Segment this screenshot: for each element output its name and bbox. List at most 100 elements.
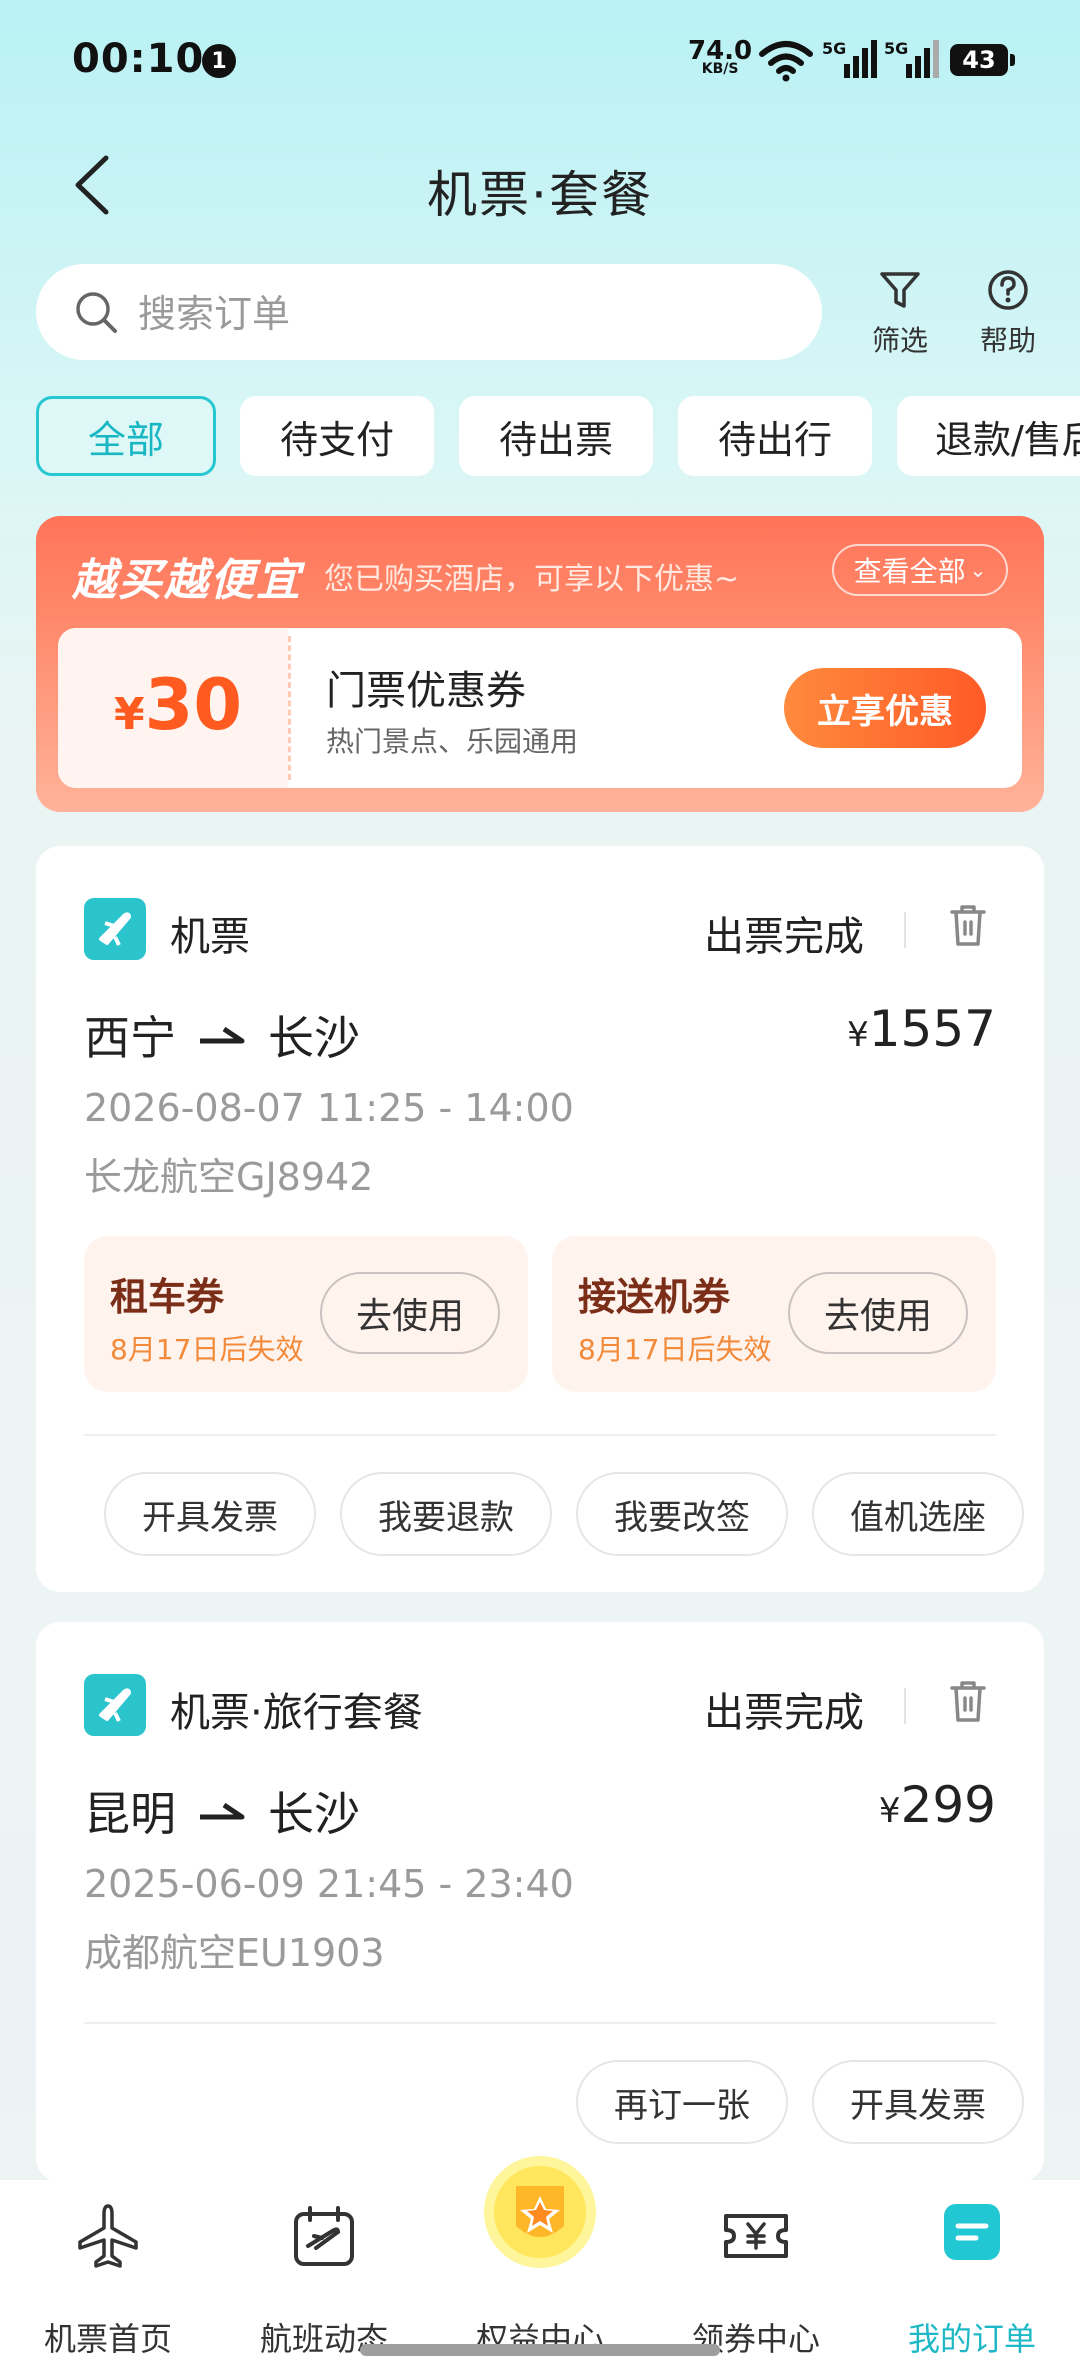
invoice-button[interactable]: 开具发票 (104, 1472, 316, 1556)
status-bar: 00:10 1 74.0 KB/S 5G 5G 43 (0, 0, 1080, 120)
route-arrow-icon (200, 1026, 245, 1044)
signal-label-2: 5G (884, 39, 908, 58)
nav-label: 机票首页 (43, 2320, 172, 2358)
flight-route: 昆明 长沙 (84, 1778, 360, 1844)
use-voucher-button[interactable]: 去使用 (788, 1272, 968, 1354)
nav-coupon-center[interactable]: 领券中心 (648, 2180, 864, 2360)
orders-icon (944, 2204, 1000, 2260)
price-value: 299 (900, 1776, 996, 1834)
signal-label: 5G (822, 39, 846, 58)
notification-badge: 1 (202, 44, 236, 78)
flight-number: 长龙航空GJ8942 (84, 1155, 374, 1199)
help-button[interactable]: 帮助 (958, 268, 1058, 359)
order-price: ¥1557 (847, 1000, 996, 1058)
change-ticket-button[interactable]: 我要改签 (576, 1472, 788, 1556)
nav-my-orders[interactable]: 我的订单 (864, 2180, 1080, 2360)
tab-pending-travel[interactable]: 待出行 (678, 396, 872, 476)
route-arrow-icon (200, 1802, 245, 1820)
car-rental-voucher: 租车券 8月17日后失效 去使用 (84, 1236, 528, 1392)
tab-pending-ticket[interactable]: 待出票 (459, 396, 653, 476)
coupon-desc: 热门景点、乐园通用 (326, 725, 579, 758)
signal-icon: 5G (822, 39, 877, 78)
battery-icon: 43 (950, 44, 1015, 76)
coupon-divider (288, 636, 291, 780)
divider (904, 912, 906, 948)
view-all-label: 查看全部 (853, 555, 966, 588)
network-speed: 74.0 KB/S (688, 38, 752, 76)
nav-label: 我的订单 (907, 2320, 1036, 2358)
airport-transfer-voucher: 接送机券 8月17日后失效 去使用 (552, 1236, 996, 1392)
trash-icon[interactable] (946, 902, 990, 950)
claim-coupon-button[interactable]: 立享优惠 (784, 668, 986, 748)
chevron-down-icon: ⌄ (969, 558, 987, 582)
price-value: 1557 (868, 1000, 996, 1058)
page-title: 机票·套餐 (427, 166, 653, 224)
coupon-amount-area: ¥30 (58, 628, 288, 788)
route-to: 长沙 (268, 1011, 360, 1065)
flight-datetime: 2026-08-07 11:25 - 14:00 (84, 1086, 574, 1130)
flight-number: 成都航空EU1903 (84, 1931, 385, 1975)
flight-route: 西宁 长沙 (84, 1002, 360, 1068)
search-icon (76, 292, 117, 333)
route-from: 昆明 (84, 1787, 176, 1841)
help-label: 帮助 (979, 324, 1036, 357)
promo-title: 越买越便宜 (72, 555, 302, 606)
search-bar[interactable] (36, 264, 822, 360)
divider (84, 1434, 996, 1436)
route-to: 长沙 (268, 1787, 360, 1841)
help-icon (988, 270, 1028, 310)
plane-icon (84, 898, 146, 960)
plane-icon (78, 2204, 138, 2268)
order-status: 出票完成 (704, 914, 864, 960)
star-badge-icon (484, 2156, 596, 2268)
price-currency: ¥ (878, 1791, 901, 1831)
coupon-icon (724, 2214, 788, 2258)
invoice-button[interactable]: 开具发票 (812, 2060, 1024, 2144)
filter-icon (880, 272, 920, 308)
voucher-name: 接送机券 (578, 1275, 731, 1319)
status-time: 00:10 (72, 36, 205, 82)
divider (904, 1688, 906, 1724)
signal-icon-2: 5G (884, 39, 939, 78)
refund-button[interactable]: 我要退款 (340, 1472, 552, 1556)
voucher-name: 租车券 (110, 1275, 225, 1319)
rebook-button[interactable]: 再订一张 (576, 2060, 788, 2144)
order-price: ¥299 (879, 1776, 996, 1834)
coupon-name: 门票优惠券 (326, 668, 526, 714)
check-in-seat-button[interactable]: 值机选座 (812, 1472, 1024, 1556)
tab-all[interactable]: 全部 (36, 396, 216, 476)
search-input[interactable] (136, 288, 780, 340)
promo-banner: 越买越便宜 您已购买酒店，可享以下优惠~ 查看全部 ⌄ ¥30 门票优惠券 热门… (36, 516, 1044, 812)
coupon-currency: ¥ (114, 689, 145, 740)
plane-icon (84, 1674, 146, 1736)
tab-refund[interactable]: 退款/售后 (897, 396, 1080, 476)
trash-icon[interactable] (946, 1678, 990, 1726)
voucher-expiry: 8月17日后失效 (578, 1333, 772, 1366)
coupon-card: ¥30 门票优惠券 热门景点、乐园通用 立享优惠 (58, 628, 1022, 788)
coupon-value: 30 (144, 664, 243, 746)
filter-label: 筛选 (871, 324, 928, 357)
home-indicator[interactable] (360, 2344, 720, 2356)
nav-flight-status[interactable]: 航班动态 (216, 2180, 432, 2360)
order-status: 出票完成 (704, 1690, 864, 1736)
promo-subtitle: 您已购买酒店，可享以下优惠~ (324, 562, 740, 597)
filter-button[interactable]: 筛选 (850, 268, 950, 359)
nav-benefits-center[interactable]: 权益中心 (432, 2156, 648, 2360)
flight-calendar-icon (294, 2206, 354, 2266)
nav-flight-home[interactable]: 机票首页 (0, 2180, 216, 2360)
order-card[interactable]: 机票·旅行套餐 出票完成 昆明 长沙 ¥299 2025-06-09 21:45… (36, 1622, 1044, 2182)
route-from: 西宁 (84, 1011, 176, 1065)
order-tabs: 全部 待支付 待出票 待出行 退款/售后 (36, 396, 1080, 480)
flight-datetime: 2025-06-09 21:45 - 23:40 (84, 1862, 574, 1906)
order-category: 机票 (170, 914, 250, 960)
wifi-icon (759, 41, 813, 82)
coupon-amount: ¥30 (114, 664, 242, 746)
voucher-expiry: 8月17日后失效 (110, 1333, 304, 1366)
order-card[interactable]: 机票 出票完成 西宁 长沙 ¥1557 2026-08-07 11:25 - 1… (36, 846, 1044, 1592)
order-category: 机票·旅行套餐 (170, 1690, 423, 1736)
use-voucher-button[interactable]: 去使用 (320, 1272, 500, 1354)
tab-pending-payment[interactable]: 待支付 (240, 396, 434, 476)
price-currency: ¥ (847, 1015, 869, 1055)
view-all-button[interactable]: 查看全部 ⌄ (832, 544, 1008, 596)
divider (84, 2022, 996, 2024)
